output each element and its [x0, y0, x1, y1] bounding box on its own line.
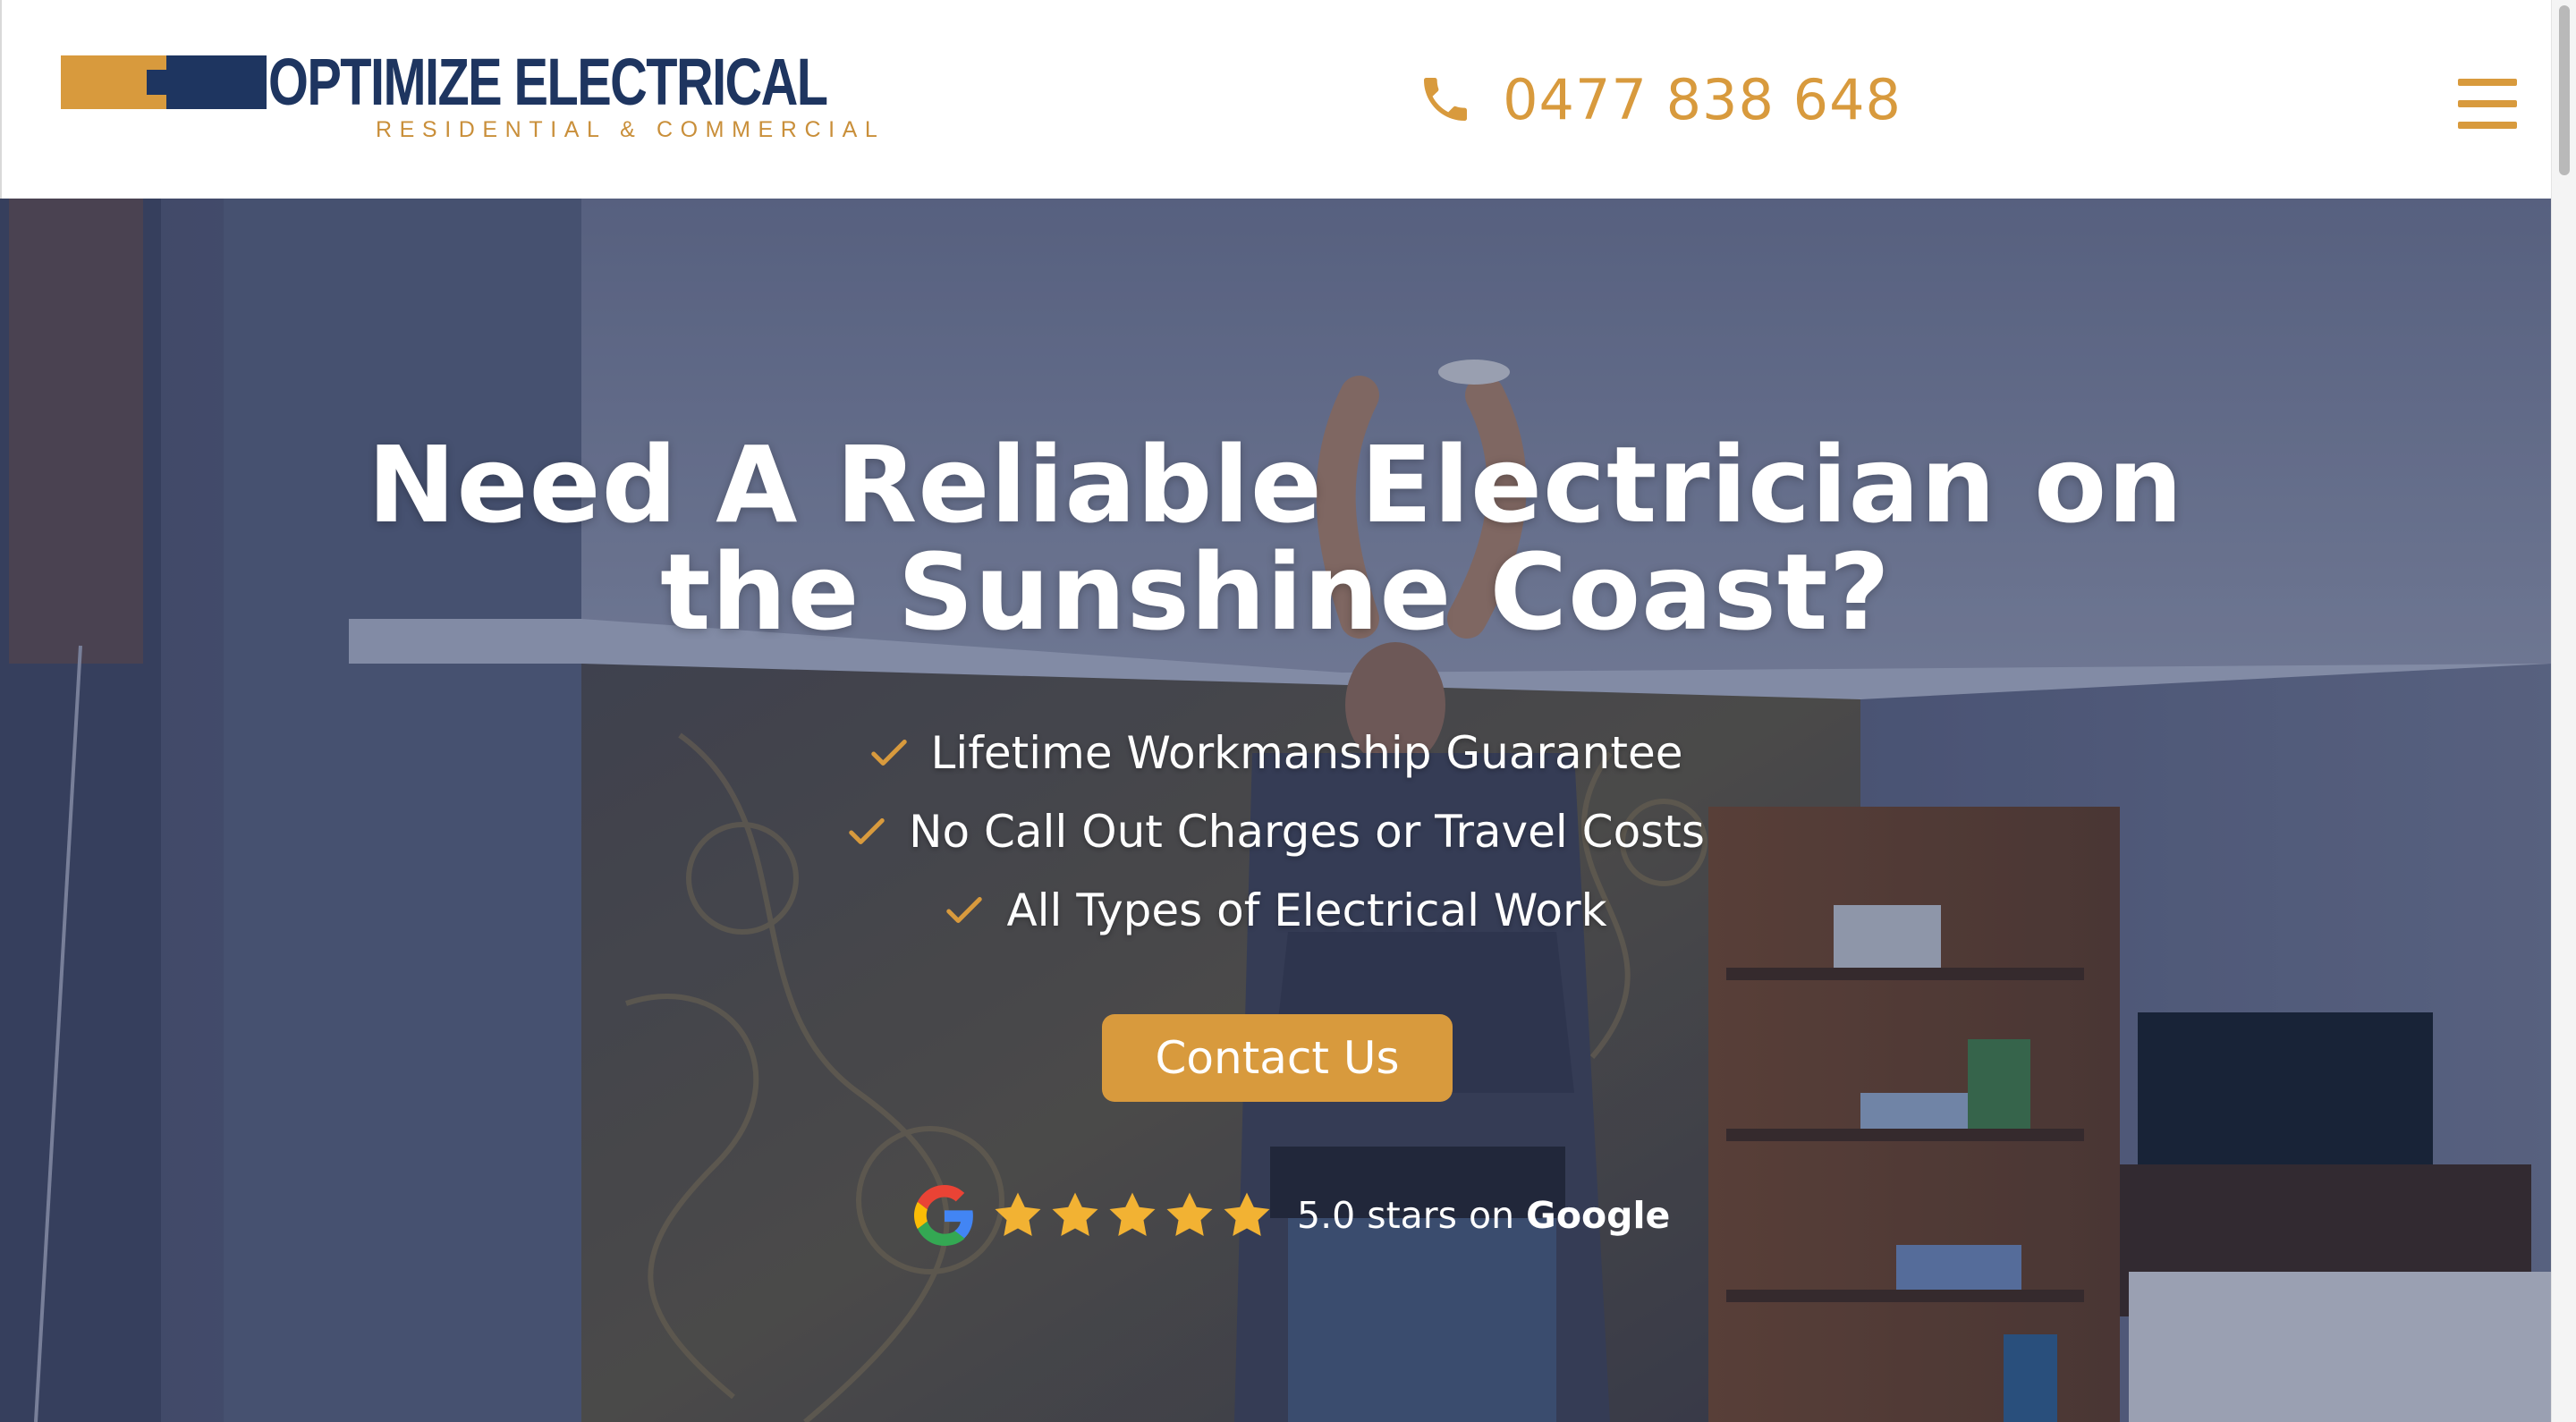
google-rating[interactable]: 5.0 stars on Google — [914, 1182, 1670, 1248]
rating-brand: Google — [1526, 1194, 1671, 1237]
feature-text: Lifetime Workmanship Guarantee — [930, 727, 1683, 779]
star-icon — [1052, 1192, 1098, 1236]
star-icon — [995, 1192, 1041, 1236]
phone-icon — [1424, 78, 1468, 121]
google-g-icon — [914, 1185, 973, 1246]
star-rating — [991, 1189, 1277, 1242]
check-icon — [946, 897, 983, 923]
star-icon — [1224, 1192, 1270, 1236]
logo-mark — [61, 55, 267, 109]
scrollbar-thumb[interactable] — [2559, 5, 2570, 175]
feature-text: No Call Out Charges or Travel Costs — [909, 806, 1705, 858]
hero-title: Need A Reliable Electrician on the Sunsh… — [0, 431, 2551, 646]
feature-item: No Call Out Charges or Travel Costs — [0, 792, 2551, 871]
phone-link[interactable]: 0477 838 648 — [1417, 0, 1902, 199]
hero-section: Need A Reliable Electrician on the Sunsh… — [0, 199, 2551, 1422]
feature-item: All Types of Electrical Work — [0, 871, 2551, 950]
phone-number: 0477 838 648 — [1503, 66, 1902, 132]
feature-item: Lifetime Workmanship Guarantee — [0, 714, 2551, 792]
hero-title-line2: the Sunshine Coast? — [660, 530, 1891, 654]
check-icon — [849, 818, 885, 844]
rating-text: 5.0 stars on Google — [1297, 1194, 1670, 1237]
hamburger-menu-icon[interactable] — [2458, 77, 2517, 131]
logo-wordmark: OPTIMIZE ELECTRICAL — [268, 45, 828, 119]
page-scrollbar[interactable] — [2551, 0, 2576, 1422]
star-icon — [1109, 1192, 1156, 1236]
rating-prefix: 5.0 stars on — [1297, 1194, 1515, 1237]
site-header: OPTIMIZE ELECTRICAL RESIDENTIAL & COMMER… — [0, 0, 2551, 199]
feature-list: Lifetime Workmanship Guarantee No Call O… — [0, 714, 2551, 950]
contact-us-button[interactable]: Contact Us — [1102, 1014, 1453, 1102]
hero-title-line1: Need A Reliable Electrician on — [367, 423, 2184, 546]
page: OPTIMIZE ELECTRICAL RESIDENTIAL & COMMER… — [0, 0, 2576, 1422]
star-icon — [1166, 1192, 1213, 1236]
logo-tagline: RESIDENTIAL & COMMERCIAL — [376, 117, 886, 142]
check-icon — [870, 740, 907, 766]
feature-text: All Types of Electrical Work — [1006, 885, 1607, 936]
site-logo[interactable]: OPTIMIZE ELECTRICAL RESIDENTIAL & COMMER… — [61, 45, 877, 148]
